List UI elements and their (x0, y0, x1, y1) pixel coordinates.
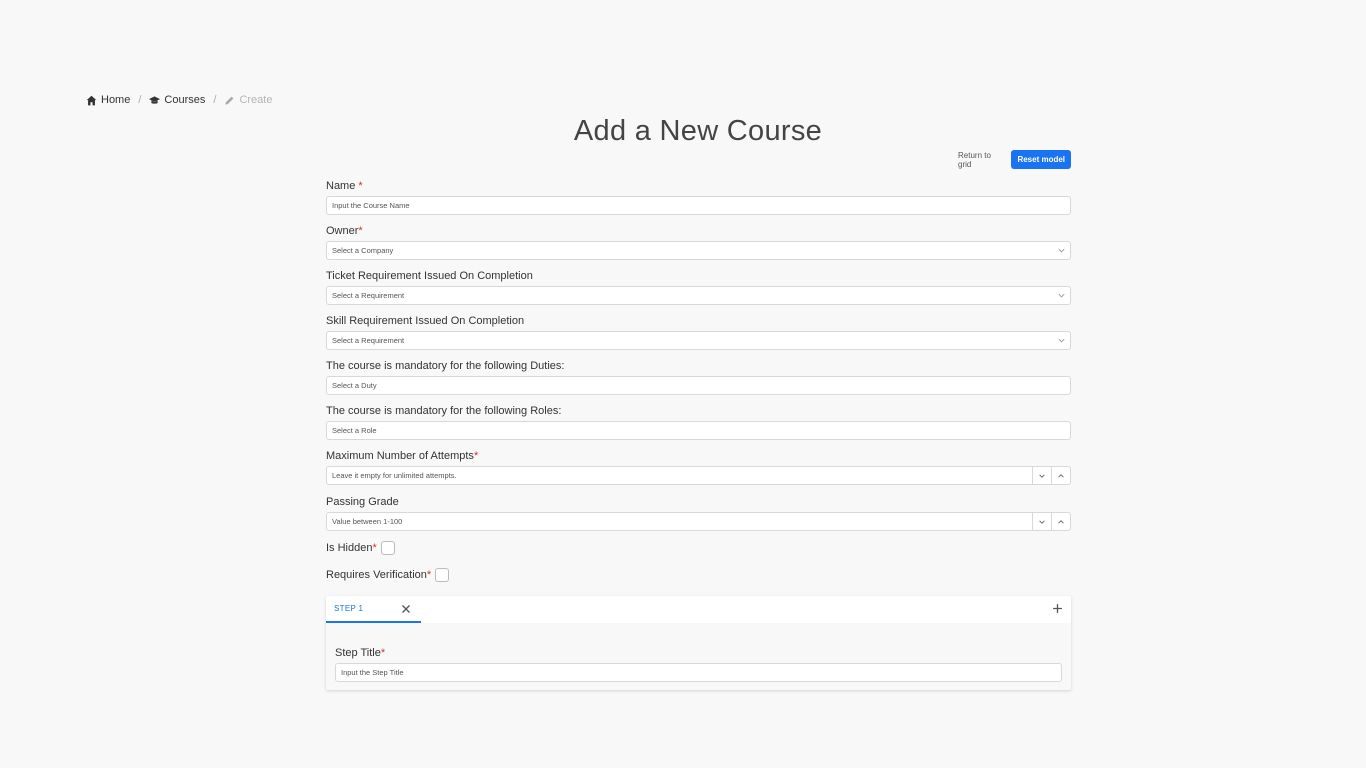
is-hidden-label: Is Hidden* (326, 542, 377, 554)
max-attempts-input[interactable]: Leave it empty for unlimited attempts. (326, 466, 1071, 485)
passing-grade-input[interactable]: Value between 1-100 (326, 512, 1071, 531)
graduation-cap-icon (149, 95, 161, 104)
duties-field-group: The course is mandatory for the followin… (326, 360, 1071, 395)
chevron-down-icon (1058, 293, 1065, 298)
breadcrumb-separator: / (213, 94, 217, 106)
duties-multiselect[interactable]: Select a Duty (326, 376, 1071, 395)
grade-placeholder: Value between 1-100 (332, 517, 403, 526)
ticket-select-value: Select a Requirement (332, 291, 405, 300)
ticket-requirement-select[interactable]: Select a Requirement (326, 286, 1071, 305)
breadcrumb-create-label: Create (239, 94, 273, 106)
duties-label: The course is mandatory for the followin… (326, 360, 565, 372)
plus-icon[interactable] (1052, 603, 1063, 614)
return-to-grid-link[interactable]: Return to grid (958, 151, 1006, 169)
decrement-button[interactable] (1032, 513, 1051, 530)
decrement-button[interactable] (1032, 467, 1051, 484)
step-title-input[interactable]: Input the Step Title (335, 663, 1062, 682)
increment-button[interactable] (1051, 467, 1070, 484)
owner-label: Owner* (326, 225, 363, 237)
increment-button[interactable] (1051, 513, 1070, 530)
breadcrumb: Home / Courses / Create (86, 94, 272, 106)
attempts-stepper (1032, 467, 1070, 484)
breadcrumb-home-label: Home (101, 94, 131, 106)
chevron-down-icon (1058, 248, 1065, 253)
pencil-icon (225, 96, 234, 105)
skill-label: Skill Requirement Issued On Completion (326, 315, 525, 327)
name-field-group: Name * Input the Course Name (326, 180, 1071, 215)
top-actions: Return to grid Reset model (958, 150, 1071, 169)
requires-verification-label: Requires Verification* (326, 569, 432, 581)
roles-label: The course is mandatory for the followin… (326, 405, 562, 417)
skill-select-value: Select a Requirement (332, 336, 405, 345)
reset-model-button[interactable]: Reset model (1011, 150, 1071, 169)
owner-select-value: Select a Company (332, 246, 394, 255)
chevron-up-icon (1058, 519, 1064, 524)
grade-stepper (1032, 513, 1070, 530)
attempts-label: Maximum Number of Attempts* (326, 450, 479, 462)
name-input[interactable]: Input the Course Name (326, 196, 1071, 215)
grade-field-group: Passing Grade Value between 1-100 (326, 496, 1071, 531)
name-label: Name * (326, 180, 363, 192)
attempts-placeholder: Leave it empty for unlimited attempts. (332, 471, 457, 480)
grade-label: Passing Grade (326, 496, 399, 508)
skill-requirement-select[interactable]: Select a Requirement (326, 331, 1071, 350)
breadcrumb-courses-label: Courses (164, 94, 206, 106)
owner-select[interactable]: Select a Company (326, 241, 1071, 260)
breadcrumb-separator: / (138, 94, 142, 106)
steps-tabbar: STEP 1 (326, 596, 1071, 623)
ticket-label: Ticket Requirement Issued On Completion (326, 270, 533, 282)
tab-step-1[interactable]: STEP 1 (326, 596, 421, 623)
ticket-field-group: Ticket Requirement Issued On Completion … (326, 270, 1071, 305)
chevron-up-icon (1058, 473, 1064, 478)
chevron-down-icon (1039, 473, 1045, 478)
breadcrumb-create: Create (224, 94, 272, 106)
home-icon (86, 95, 97, 105)
close-icon[interactable] (401, 604, 411, 614)
tab-step-1-label: STEP 1 (334, 604, 364, 613)
page-title: Add a New Course (573, 115, 823, 147)
chevron-down-icon (1058, 338, 1065, 343)
is-hidden-checkbox[interactable] (380, 541, 395, 555)
attempts-field-group: Maximum Number of Attempts* Leave it emp… (326, 450, 1071, 485)
step-title-label: Step Title* (335, 647, 386, 659)
breadcrumb-home[interactable]: Home (86, 94, 130, 106)
requires-verification-row: Requires Verification* (326, 568, 450, 582)
requires-verification-checkbox[interactable] (435, 568, 450, 582)
chevron-down-icon (1039, 519, 1045, 524)
breadcrumb-courses[interactable]: Courses (149, 94, 205, 106)
skill-field-group: Skill Requirement Issued On Completion S… (326, 315, 1071, 350)
is-hidden-row: Is Hidden* (326, 541, 395, 555)
steps-panel: STEP 1 Step Title* Input the Step Title (326, 596, 1071, 690)
roles-field-group: The course is mandatory for the followin… (326, 405, 1071, 440)
roles-multiselect[interactable]: Select a Role (326, 421, 1071, 440)
step-body: Step Title* Input the Step Title (326, 623, 1071, 690)
owner-field-group: Owner* Select a Company (326, 225, 1071, 260)
